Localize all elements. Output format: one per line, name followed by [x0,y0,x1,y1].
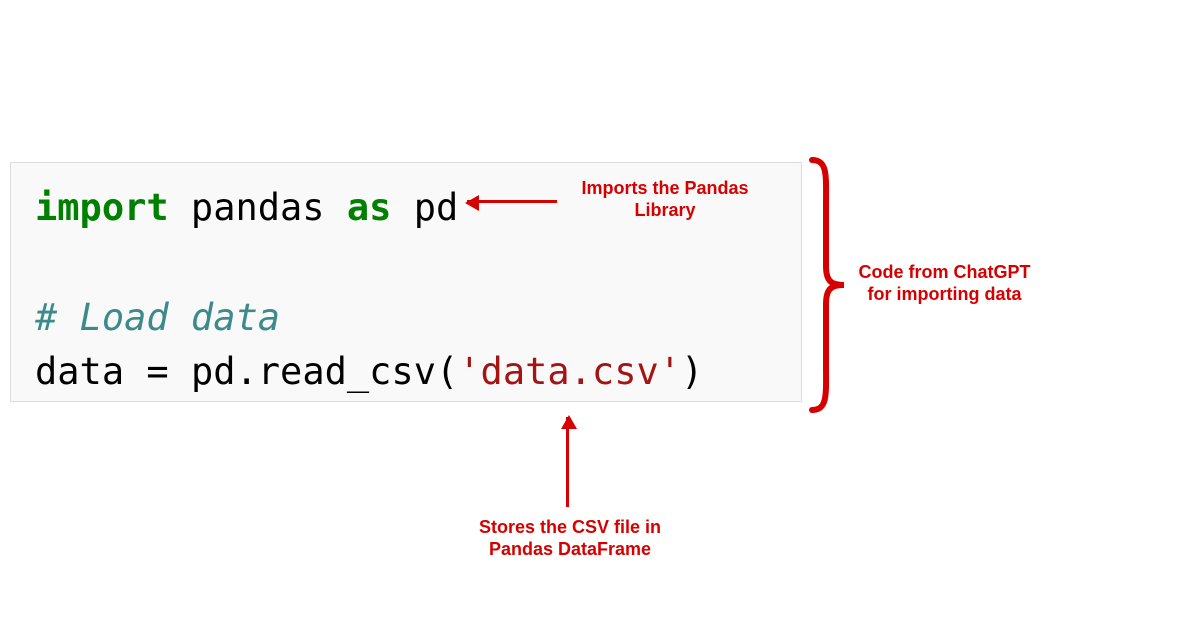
string-datacsv: 'data.csv' [458,350,681,393]
arrow-imports-icon [467,200,557,203]
annotation-chatgpt: Code from ChatGPT for importing data [852,262,1037,305]
code-line-2 [35,236,777,291]
paren-close: ) [681,350,703,393]
curly-brace-icon [808,156,848,419]
expr-readcsv: pd.read_csv( [169,350,459,393]
keyword-import: import [35,186,169,229]
keyword-as: as [347,186,392,229]
code-line-4: data = pd.read_csv('data.csv') [35,345,777,400]
annotation-imports: Imports the Pandas Library [565,178,765,221]
comment-load-data: # Load data [35,296,280,339]
var-data: data [35,350,146,393]
alias-pd: pd [391,186,458,229]
code-line-3: # Load data [35,291,777,346]
annotation-stores: Stores the CSV file in Pandas DataFrame [470,517,670,560]
op-eq: = [146,350,168,393]
arrow-stores-icon [566,417,569,507]
module-pandas: pandas [169,186,347,229]
